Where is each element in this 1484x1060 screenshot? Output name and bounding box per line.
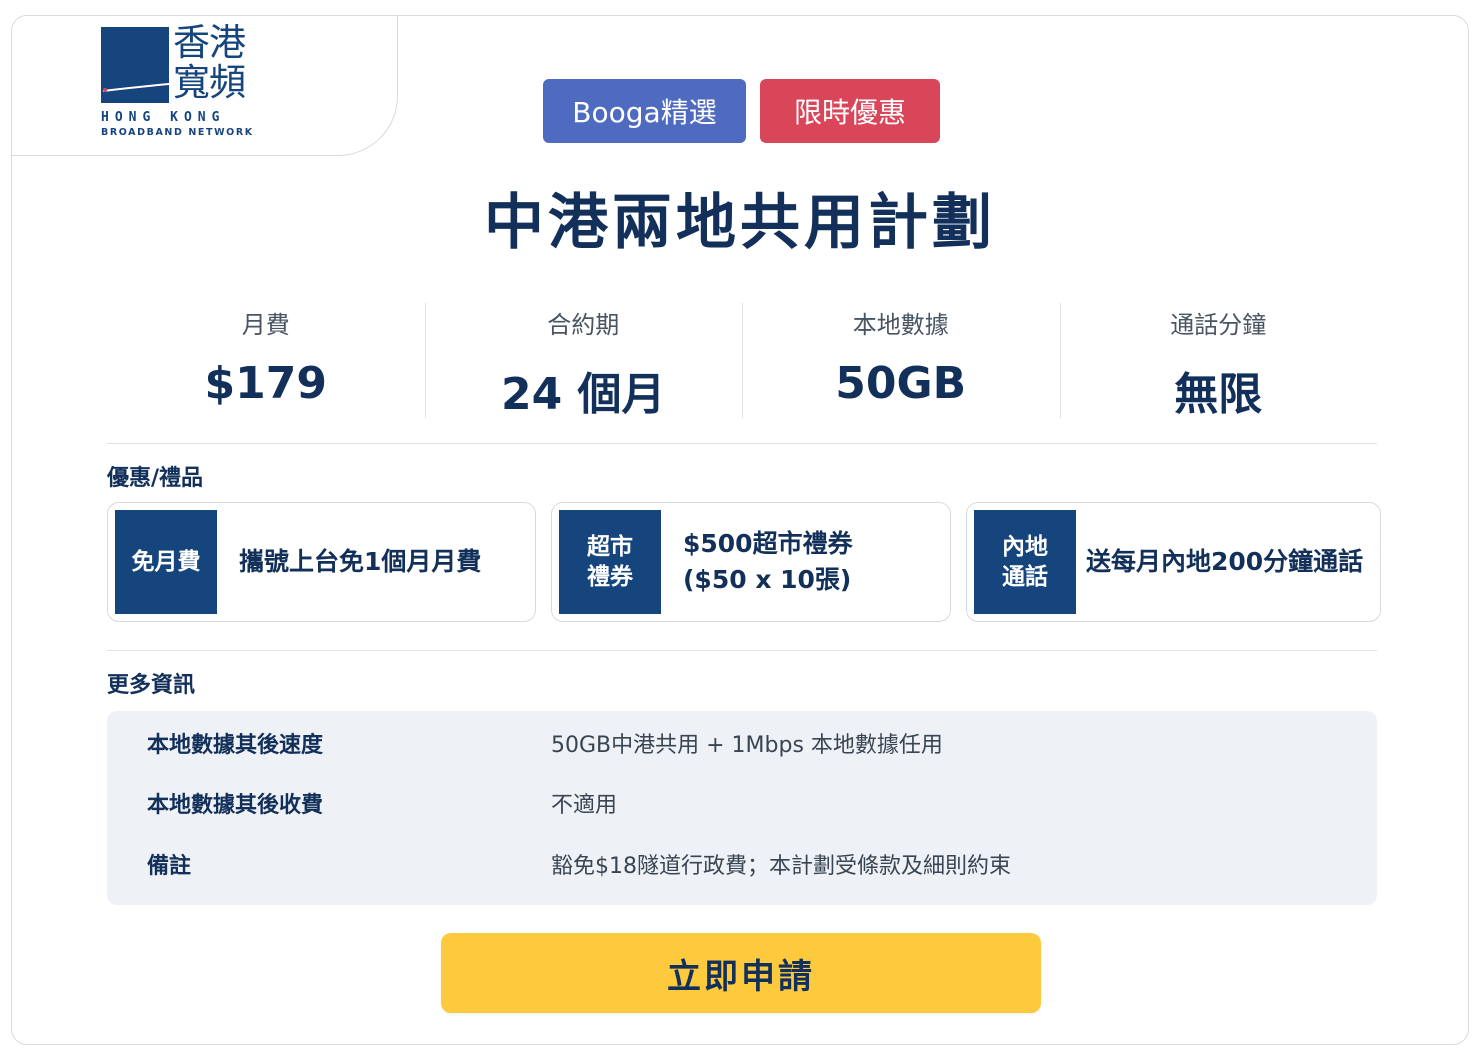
logo-chinese-name: 香港寬頻 [173,21,246,104]
offer-text-line1: 攜號上台免1個月月費 [239,547,482,576]
info-key: 本地數據其後收費 [147,793,324,818]
section-divider [107,650,1377,651]
offer-text-line2: ($50 x 10張) [683,565,852,594]
apply-now-button[interactable]: 立即申請 [441,933,1041,1013]
offer-tag: 內地 通話 [974,510,1076,614]
stat-value: $179 [204,358,327,409]
info-row-remarks: 備註 豁免$18隧道行政費；本計劃受條款及細則約束 [147,844,1011,884]
offer-tag: 超市 禮券 [559,510,661,614]
stat-label: 本地數據 [852,311,949,339]
offers-section-title: 優惠/禮品 [107,466,204,491]
info-value: 50GB中港共用 + 1Mbps 本地數據任用 [551,733,943,758]
stat-call-minutes: 通話分鐘 無限 [1059,303,1378,420]
limited-offer-badge: 限時優惠 [760,79,940,143]
plan-stats: 月費 $179 合約期 24 個月 本地數據 50GB 通話分鐘 無限 [107,303,1378,420]
logo-english-line2: BROADBAND NETWORK [101,127,254,138]
stat-value: 24 個月 [500,369,666,420]
booga-pick-badge: Booga精選 [543,79,746,143]
offer-card-mainland-calls: 內地 通話 送每月內地200分鐘通話 [966,502,1381,622]
plan-card: 香港寬頻 HONG KONG BROADBAND NETWORK Booga精選… [11,15,1469,1045]
stat-label: 合約期 [547,311,620,339]
offer-text: $500超市禮券 ($50 x 10張) [683,503,940,621]
offer-card-free-month: 免月費 攜號上台免1個月月費 [107,502,536,622]
stat-label: 月費 [241,311,290,339]
more-info-section-title: 更多資訊 [107,673,196,698]
offer-text: 攜號上台免1個月月費 [239,503,525,621]
stat-contract-period: 合約期 24 個月 [424,303,743,420]
stat-value: 無限 [1174,369,1263,420]
info-value: 豁免$18隧道行政費；本計劃受條款及細則約束 [551,854,1011,879]
info-row-data-speed: 本地數據其後速度 50GB中港共用 + 1Mbps 本地數據任用 [147,723,943,763]
offer-text-line1: 送每月內地200分鐘通話 [1086,547,1364,576]
offer-card-supermarket-voucher: 超市 禮券 $500超市禮券 ($50 x 10張) [551,502,951,622]
logo-area: 香港寬頻 HONG KONG BROADBAND NETWORK [12,16,398,156]
offer-text-line1: $500超市禮券 [683,529,853,558]
section-divider [107,443,1377,444]
offer-tag: 免月費 [115,510,217,614]
stat-label: 通話分鐘 [1170,311,1267,339]
info-key: 備註 [147,854,192,879]
stat-value: 50GB [835,358,967,409]
plan-title: 中港兩地共用計劃 [484,188,996,258]
info-row-data-charge: 本地數據其後收費 不適用 [147,783,617,823]
info-value: 不適用 [551,793,618,818]
stat-monthly-fee: 月費 $179 [107,303,425,418]
logo-english-line1: HONG KONG [101,110,226,125]
stat-local-data: 本地數據 50GB [742,303,1060,418]
more-info-table: 本地數據其後速度 50GB中港共用 + 1Mbps 本地數據任用 本地數據其後收… [107,711,1377,905]
info-key: 本地數據其後速度 [147,733,324,758]
offer-text: 送每月內地200分鐘通話 [1086,503,1370,621]
